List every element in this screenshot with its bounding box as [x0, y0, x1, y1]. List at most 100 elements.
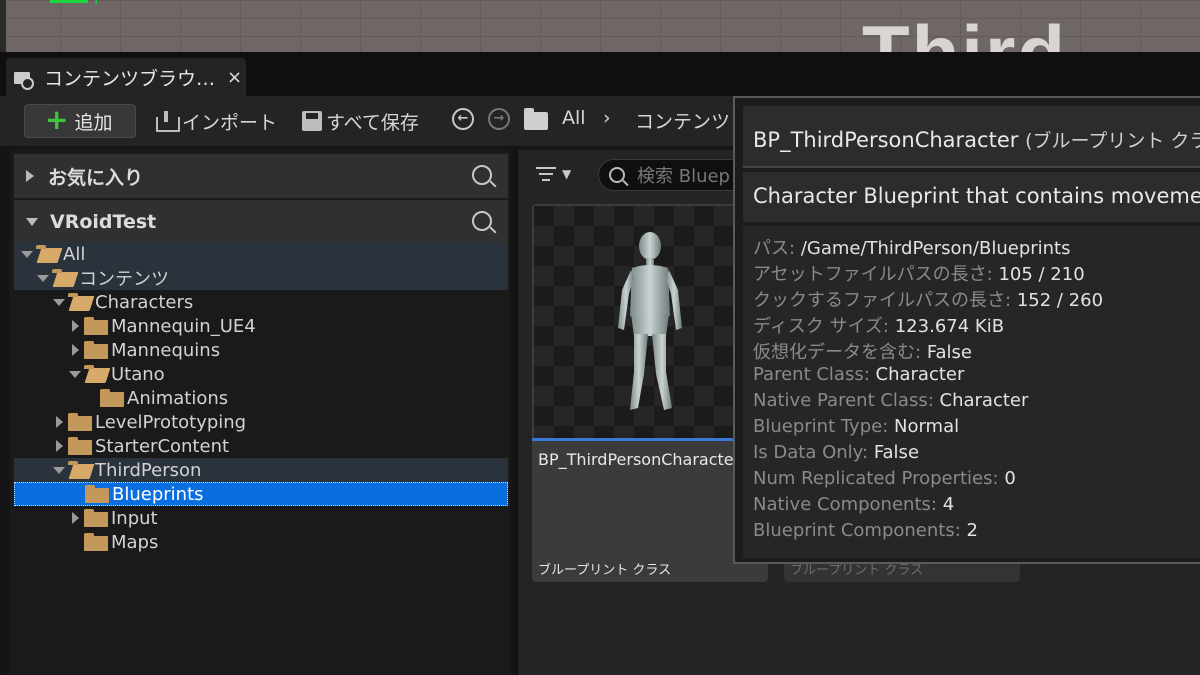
property-value: Character [939, 390, 1029, 411]
expand-arrow-icon[interactable] [68, 343, 82, 357]
tooltip-description: Character Blueprint that contains moveme [743, 172, 1200, 222]
property-key: Parent Class: [753, 364, 870, 385]
collapse-arrow-icon[interactable] [52, 463, 66, 477]
tooltip-properties: パス: /Game/ThirdPerson/Blueprints アセットファイル… [743, 226, 1200, 558]
tree-item-label: Mannequin_UE4 [111, 315, 256, 337]
tree-item-levelprototyping[interactable]: LevelPrototyping [14, 410, 508, 434]
property-value: 0 [1004, 468, 1016, 489]
folder-open-icon [68, 461, 92, 479]
search-icon [609, 167, 625, 183]
property-key: ディスク サイズ: [753, 316, 889, 337]
search-icon[interactable] [472, 165, 492, 185]
forward-arrow-icon[interactable]: → [488, 108, 510, 130]
tree-item-animations[interactable]: Animations [14, 386, 508, 410]
property-key: アセットファイルパスの長さ: [753, 264, 993, 285]
search-icon[interactable] [472, 211, 492, 231]
property-value: 123.674 KiB [894, 316, 1005, 337]
back-arrow-icon[interactable]: ← [452, 108, 474, 130]
tree-item--[interactable]: コンテンツ [14, 266, 508, 290]
tooltip-property: 仮想化データを含む: False [753, 338, 1200, 364]
tree-item-startercontent[interactable]: StarterContent [14, 434, 508, 458]
breadcrumb-all[interactable]: All [562, 107, 586, 129]
property-value: False [926, 342, 972, 363]
tree-item-characters[interactable]: Characters [14, 290, 508, 314]
filter-button[interactable]: ▼ [536, 166, 571, 182]
breadcrumb-separator: › [603, 107, 611, 129]
tree-item-label: Mannequins [111, 339, 221, 361]
property-value: Character [875, 364, 965, 385]
tree-item-label: Utano [111, 363, 165, 385]
tree-item-mannequin-ue4[interactable]: Mannequin_UE4 [14, 314, 508, 338]
tab-bar: コンテンツブラウ… × [0, 52, 1200, 96]
tree-item-input[interactable]: Input [14, 506, 508, 530]
viewport-edge [0, 0, 6, 52]
sources-panel: お気に入り VRoidTest All コンテンツ Characters Manneq… [10, 150, 510, 675]
property-value: 4 [942, 494, 955, 515]
collapse-arrow-icon[interactable] [36, 271, 50, 285]
folder-icon [100, 389, 124, 407]
property-value: 2 [966, 520, 978, 541]
asset-tooltip: BP_ThirdPersonCharacter (ブループリント クラ Char… [733, 96, 1200, 564]
property-key: Is Data Only: [753, 442, 869, 463]
property-value: 105 / 210 [998, 264, 1085, 285]
asset-type: ブループリント クラス [538, 563, 672, 578]
tooltip-property: Native Components: 4 [753, 494, 1200, 520]
tree-item-label: Animations [127, 387, 229, 409]
expand-arrow-icon[interactable] [68, 511, 82, 525]
tree-item-thirdperson[interactable]: ThirdPerson [14, 458, 508, 482]
tree-item-mannequins[interactable]: Mannequins [14, 338, 508, 362]
asset-thumbnail [534, 206, 766, 438]
tree-item-all[interactable]: All [14, 242, 508, 266]
level-viewport[interactable]: Y Third [0, 0, 1200, 52]
y-axis-gizmo [50, 0, 88, 3]
expand-arrow-icon[interactable] [68, 319, 82, 333]
folder-icon[interactable] [524, 108, 548, 130]
property-key: Blueprint Components: [753, 520, 961, 541]
tree-item-label: コンテンツ [79, 269, 169, 290]
tree-item-label: StarterContent [95, 435, 230, 457]
import-icon [156, 111, 180, 132]
save-all-button[interactable]: すべて保存 [302, 106, 419, 136]
collapse-arrow-icon[interactable] [20, 247, 34, 261]
expand-arrow-icon[interactable] [52, 439, 66, 453]
collapse-arrow-icon[interactable] [68, 367, 82, 381]
collapse-arrow-icon [26, 218, 38, 226]
tab-content-browser[interactable]: コンテンツブラウ… × [6, 58, 246, 96]
folder-open-icon [84, 365, 108, 383]
folder-icon [84, 533, 108, 551]
tree-item-label: Characters [95, 291, 194, 313]
folder-icon [68, 413, 92, 431]
tooltip-title: BP_ThirdPersonCharacter (ブループリント クラ [743, 106, 1200, 168]
chevron-down-icon: ▼ [562, 167, 572, 181]
expand-arrow-icon [26, 170, 34, 182]
tree-item-label: Blueprints [112, 483, 204, 505]
add-label: 追加 [74, 111, 113, 134]
viewport-3d-text: Third [862, 8, 1067, 52]
folder-icon [84, 509, 108, 527]
tree-item-utano[interactable]: Utano [14, 362, 508, 386]
close-icon[interactable]: × [227, 67, 242, 88]
folder-icon [84, 317, 108, 335]
asset-name: BP_ThirdPersonCharacte [538, 450, 734, 469]
favorites-header[interactable]: お気に入り [14, 154, 508, 198]
property-key: パス: [753, 238, 796, 259]
folder-open-icon [52, 269, 76, 287]
project-header[interactable]: VRoidTest [14, 200, 508, 244]
import-button[interactable]: インポート [156, 106, 277, 136]
add-button[interactable]: + 追加 [24, 104, 136, 138]
property-key: Native Parent Class: [753, 390, 934, 411]
expand-arrow-icon[interactable] [52, 415, 66, 429]
save-all-label: すべて保存 [326, 111, 419, 134]
breadcrumb-contents[interactable]: コンテンツ [635, 107, 730, 134]
tooltip-property: Parent Class: Character [753, 364, 1200, 390]
tooltip-property: Native Parent Class: Character [753, 390, 1200, 416]
y-axis-label: Y [92, 0, 101, 8]
folder-open-icon [36, 245, 60, 263]
tree-item-blueprints[interactable]: Blueprints [14, 482, 508, 506]
tooltip-property: Num Replicated Properties: 0 [753, 468, 1200, 494]
tree-item-maps[interactable]: Maps [14, 530, 508, 554]
folder-open-icon [68, 293, 92, 311]
collapse-arrow-icon[interactable] [52, 295, 66, 309]
